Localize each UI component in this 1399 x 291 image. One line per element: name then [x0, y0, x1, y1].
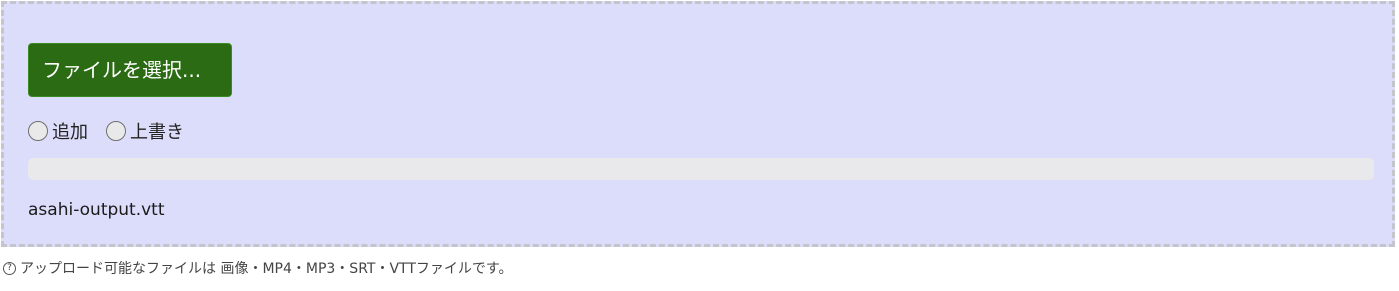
file-drop-zone[interactable]: ファイルを選択... 追加 上書き asahi-output.vtt: [1, 1, 1395, 247]
overwrite-radio-option[interactable]: 上書き: [106, 118, 184, 144]
append-radio-button[interactable]: [28, 121, 48, 141]
upload-hint: ? アップロード可能なファイルは 画像・MP4・MP3・SRT・VTTファイルで…: [3, 258, 513, 278]
selected-file-name: asahi-output.vtt: [28, 200, 165, 220]
upload-hint-text: アップロード可能なファイルは 画像・MP4・MP3・SRT・VTTファイルです。: [20, 261, 513, 277]
append-radio-option[interactable]: 追加: [28, 118, 88, 144]
choose-file-button[interactable]: ファイルを選択...: [28, 43, 232, 97]
upload-progress-bar: [28, 158, 1374, 180]
help-circle-icon: ?: [3, 261, 16, 275]
overwrite-radio-button[interactable]: [106, 121, 126, 141]
append-radio-label: 追加: [52, 122, 88, 143]
upload-mode-group: 追加 上書き: [28, 117, 202, 145]
overwrite-radio-label: 上書き: [130, 122, 184, 143]
